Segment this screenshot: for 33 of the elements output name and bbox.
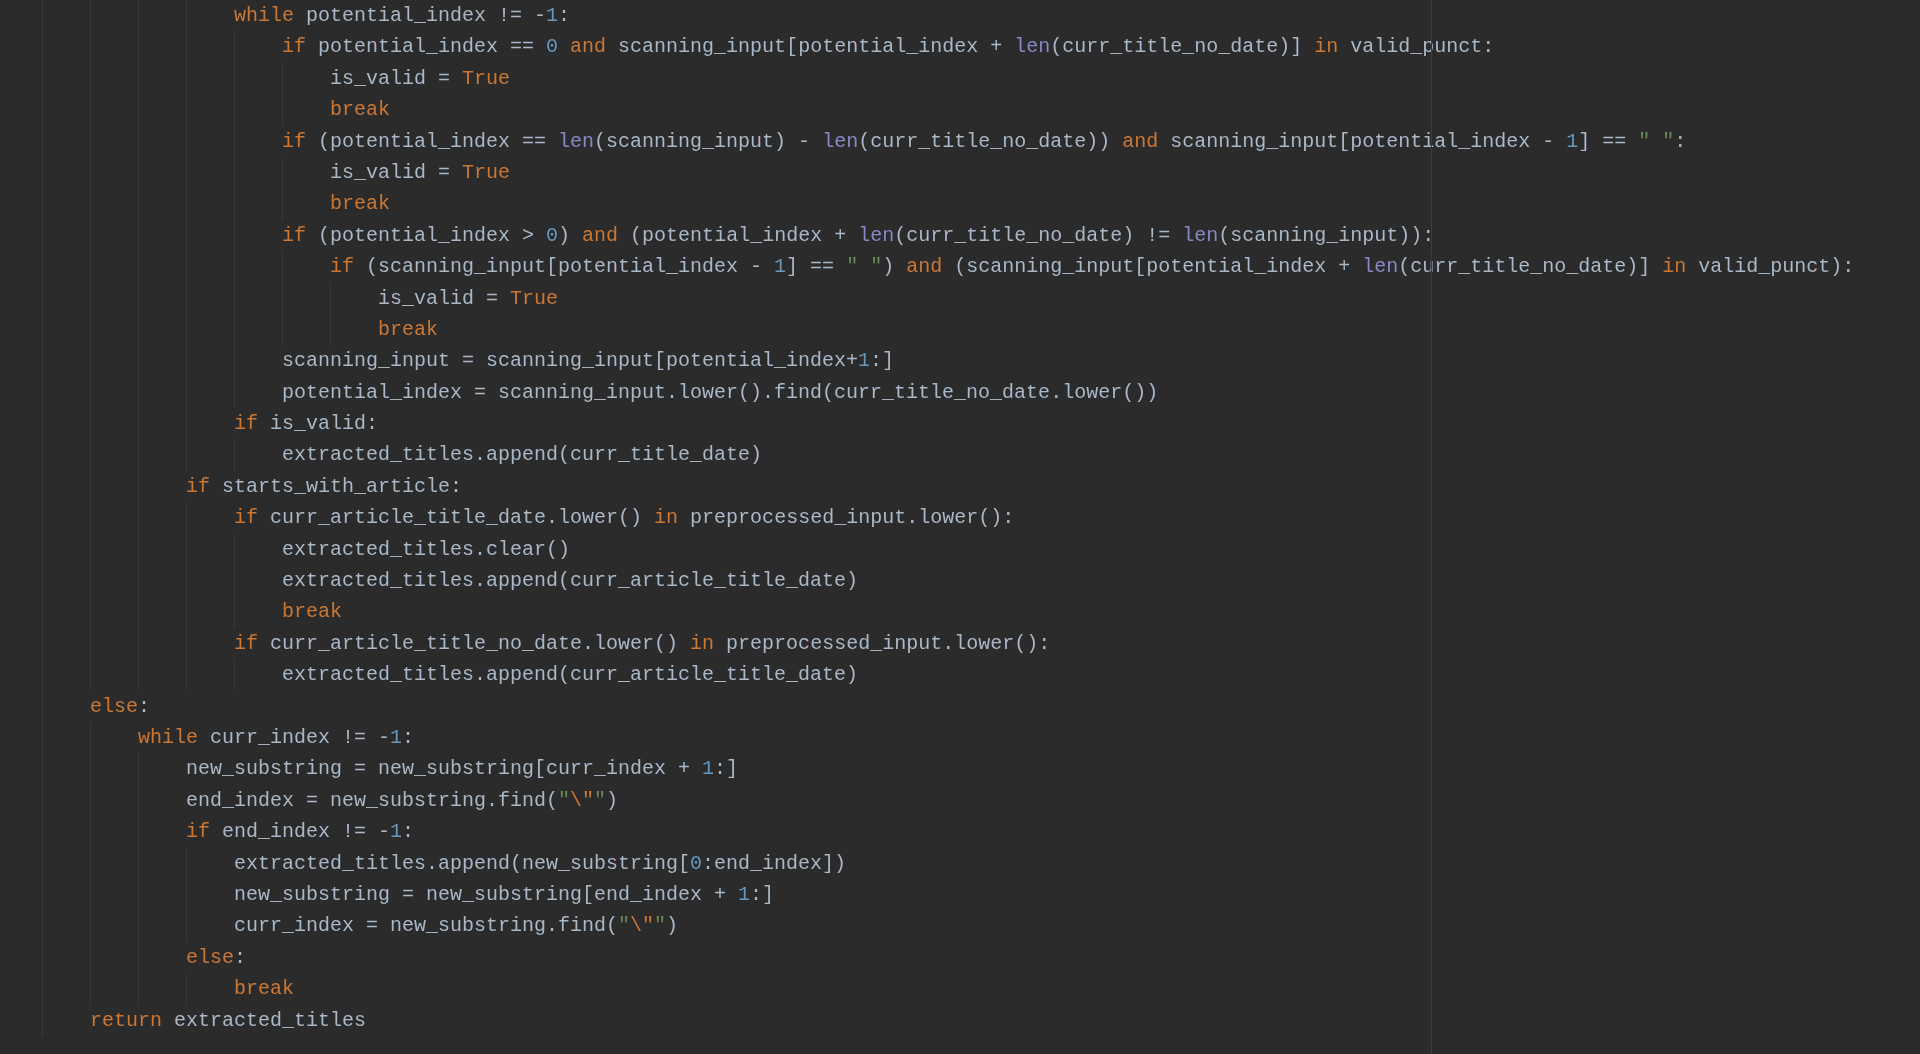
- code-line: else:: [186, 944, 247, 971]
- code-line: break: [330, 191, 390, 218]
- code-line: extracted_titles.clear(): [282, 536, 571, 563]
- code-line: scanning_input = scanning_input[potential_index+1:]: [282, 348, 895, 375]
- code-line: is_valid = True: [330, 159, 511, 186]
- code-line: is_valid = True: [378, 285, 559, 312]
- code-line: return extracted_titles: [90, 1007, 367, 1034]
- code-line: if curr_article_title_no_date.lower() in preprocessed_input.lower():: [234, 630, 1051, 657]
- code-line: if (potential_index > 0) and (potential_index + len(curr_title_no_date) != len(scanning_input)):: [282, 222, 1435, 249]
- code-line: extracted_titles.append(curr_article_title_date): [282, 662, 859, 689]
- code-line: curr_index = new_substring.find("\""): [234, 913, 679, 940]
- code-line: potential_index = scanning_input.lower().find(curr_title_no_date.lower()): [282, 379, 1159, 406]
- code-line: if (scanning_input[potential_index - 1] == " ") and (scanning_input[potential_index + len(curr_title_no_date)] in valid_punct):: [330, 254, 1855, 281]
- code-line: while curr_index != -1:: [138, 725, 415, 751]
- code-line: if potential_index == 0 and scanning_input[potential_index + len(curr_title_no_date)] in valid_punct:: [282, 34, 1495, 61]
- code-line: extracted_titles.append(curr_title_date): [282, 442, 763, 469]
- code-line: new_substring = new_substring[end_index + 1:]: [234, 881, 775, 908]
- code-line: new_substring = new_substring[curr_index + 1:]: [186, 756, 739, 783]
- code-line: is_valid = True: [330, 65, 511, 92]
- code-line: break: [282, 599, 342, 626]
- code-line: if curr_article_title_date.lower() in preprocessed_input.lower():: [234, 505, 1015, 532]
- code-line: if (potential_index == len(scanning_input) - len(curr_title_no_date)) and scanning_input[potential_index - 1] == " ":: [282, 128, 1687, 155]
- code-line: break: [234, 976, 294, 1003]
- code-line: extracted_titles.append(curr_article_title_date): [282, 568, 859, 595]
- code-line: while potential_index != -1:: [234, 3, 571, 29]
- code-line: extracted_titles.append(new_substring[0:end_index]): [234, 850, 847, 877]
- code-line: break: [330, 97, 390, 124]
- code-line: if starts_with_article:: [186, 473, 463, 500]
- code-line: if end_index != -1:: [186, 819, 415, 846]
- code-line: else:: [90, 693, 151, 720]
- code-line: end_index = new_substring.find("\""): [186, 787, 619, 814]
- code-line: if is_valid:: [234, 411, 379, 438]
- code-line: break: [378, 316, 438, 343]
